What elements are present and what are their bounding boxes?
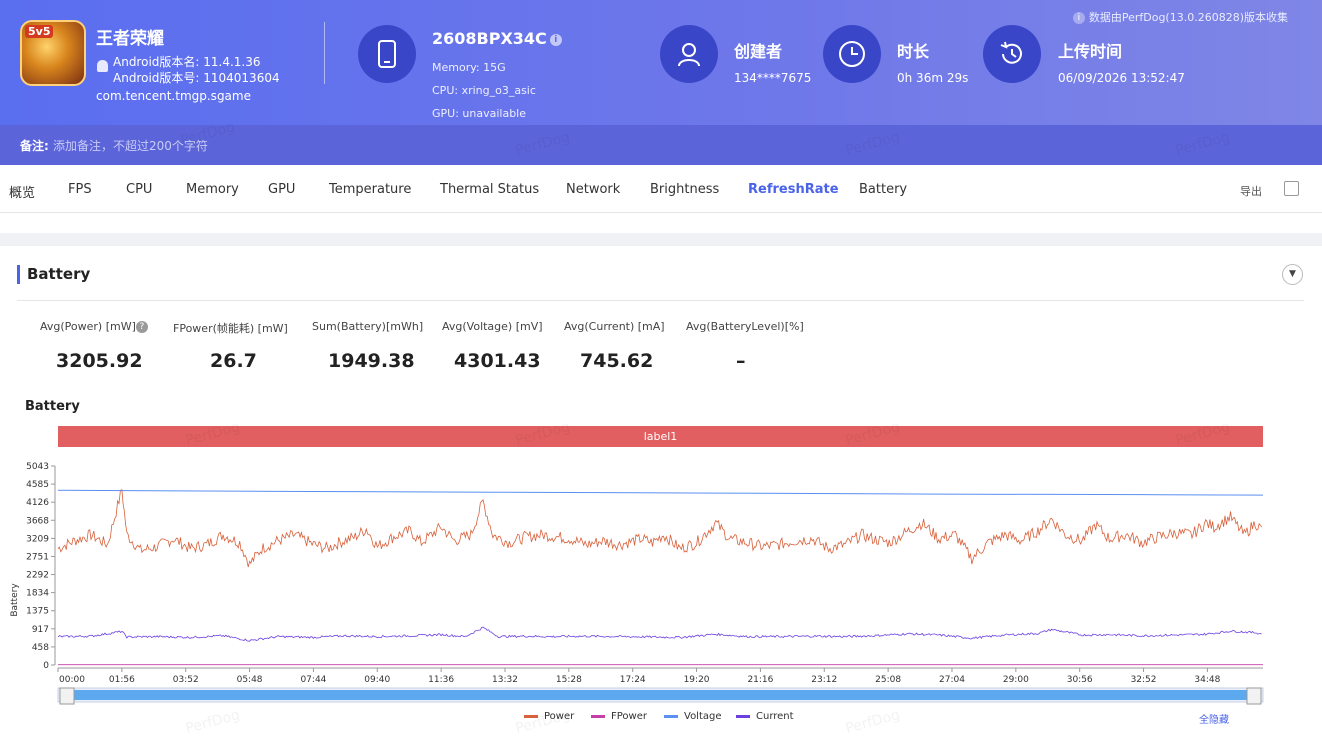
- app-version-name: Android版本名: 11.4.1.36: [113, 55, 261, 69]
- metric-label-avg-battery-level: Avg(BatteryLevel)[%]: [686, 320, 804, 333]
- tab-brightness[interactable]: Brightness: [650, 182, 719, 197]
- metric-value-sum-battery: 1949.38: [328, 350, 415, 372]
- tab-cpu[interactable]: CPU: [126, 182, 152, 197]
- tab-battery[interactable]: Battery: [859, 182, 907, 197]
- previous-card-edge: [0, 213, 1322, 233]
- source-note: i 数据由PerfDog(13.0.260828)版本收集: [1070, 9, 1288, 25]
- report-header: 5v5 王者荣耀 Android版本名: 11.4.1.36 Android版本…: [0, 0, 1322, 125]
- duration-title: 时长: [897, 42, 930, 61]
- metric-label-avg-voltage: Avg(Voltage) [mV]: [442, 320, 543, 333]
- tab-refreshrate[interactable]: RefreshRate: [748, 182, 839, 197]
- metric-value-avg-power: 3205.92: [56, 350, 143, 372]
- android-icon: [97, 60, 108, 72]
- hide-all-button[interactable]: 全隐藏: [1199, 711, 1229, 726]
- tab-network[interactable]: Network: [566, 182, 620, 197]
- duration-value: 0h 36m 29s: [897, 71, 969, 85]
- metric-value-avg-voltage: 4301.43: [454, 350, 541, 372]
- device-info-icon[interactable]: i: [549, 33, 562, 46]
- app-icon: 5v5: [20, 20, 86, 86]
- tab-gpu[interactable]: GPU: [268, 182, 295, 197]
- source-info-icon: i: [1072, 12, 1085, 24]
- user-icon: [660, 25, 718, 83]
- upload-title: 上传时间: [1058, 42, 1123, 61]
- app-name: 王者荣耀: [96, 29, 164, 49]
- legend-current[interactable]: Current: [736, 711, 794, 722]
- tab-temperature[interactable]: Temperature: [329, 182, 411, 197]
- tab-overview[interactable]: 概览: [9, 182, 35, 201]
- app-package: com.tencent.tmgp.sgame: [96, 89, 251, 103]
- app-icon-badge: 5v5: [25, 25, 54, 38]
- metric-label-avg-current: Avg(Current) [mA]: [564, 320, 665, 333]
- history-icon: [983, 25, 1041, 83]
- chart-title: Battery: [25, 399, 80, 414]
- legend-voltage[interactable]: Voltage: [664, 711, 722, 722]
- device-memory: Memory: 15G: [432, 61, 506, 74]
- metric-label-avg-power: Avg(Power) [mW]?: [40, 320, 148, 333]
- device-name: 2608BPX34C i: [432, 29, 562, 48]
- clock-icon: [823, 25, 881, 83]
- section-accent: [17, 265, 20, 284]
- export-button[interactable]: 导出: [1240, 183, 1262, 199]
- creator-value: 134****7675: [734, 71, 812, 85]
- metric-label-fpower: FPower(帧能耗) [mW]: [173, 322, 288, 335]
- export-icon[interactable]: [1284, 181, 1299, 196]
- battery-card: Battery ▼ Avg(Power) [mW]? 3205.92 FPowe…: [0, 246, 1322, 754]
- device-gpu: GPU: unavailable: [432, 107, 527, 120]
- metric-label-sum-battery: Sum(Battery)[mWh]: [312, 320, 424, 333]
- upload-value: 06/09/2026 13:52:47: [1058, 71, 1185, 85]
- creator-title: 创建者: [734, 42, 783, 61]
- header-divider: [324, 22, 325, 84]
- tab-thermal-status[interactable]: Thermal Status: [440, 182, 539, 197]
- legend-fpower[interactable]: FPower: [591, 711, 647, 722]
- legend-swatch: [736, 715, 750, 718]
- section-title: Battery: [27, 265, 91, 283]
- phone-icon: [358, 25, 416, 83]
- metric-value-fpower: 26.7: [210, 350, 257, 372]
- tab-memory[interactable]: Memory: [186, 182, 239, 197]
- app-version-code: Android版本号: 1104013604: [113, 71, 280, 85]
- legend-swatch: [664, 715, 678, 718]
- metric-value-avg-battery-level: –: [736, 350, 746, 372]
- help-icon[interactable]: ?: [135, 321, 148, 333]
- metric-value-avg-current: 745.62: [580, 350, 654, 372]
- device-cpu: CPU: xring_o3_asic: [432, 84, 536, 97]
- tab-fps[interactable]: FPS: [68, 182, 92, 197]
- tab-bar: 概览 FPS CPU Memory GPU Temperature Therma…: [0, 165, 1322, 213]
- legend-swatch: [591, 715, 605, 718]
- collapse-button[interactable]: ▼: [1282, 264, 1303, 285]
- note-label: 备注:: [20, 139, 49, 153]
- card-divider: [17, 300, 1304, 301]
